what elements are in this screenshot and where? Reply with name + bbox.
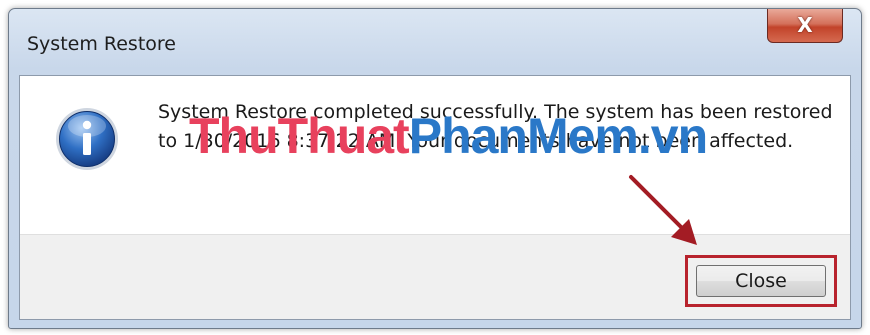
watermark-part-1: ThuThuat [189, 108, 410, 164]
close-button-highlight: Close [685, 255, 837, 307]
window-close-button[interactable]: X [767, 9, 843, 43]
watermark-part-2: PhanMem [408, 108, 639, 164]
window-title: System Restore [27, 33, 176, 55]
watermark-part-3: .vn [637, 108, 708, 164]
information-icon [56, 108, 118, 170]
watermark: ThuThuatPhanMem.vn [189, 107, 708, 165]
dialog-window: System Restore X System Restore complete [8, 8, 862, 329]
title-bar[interactable]: System Restore X [9, 9, 861, 75]
close-button[interactable]: Close [696, 265, 826, 297]
